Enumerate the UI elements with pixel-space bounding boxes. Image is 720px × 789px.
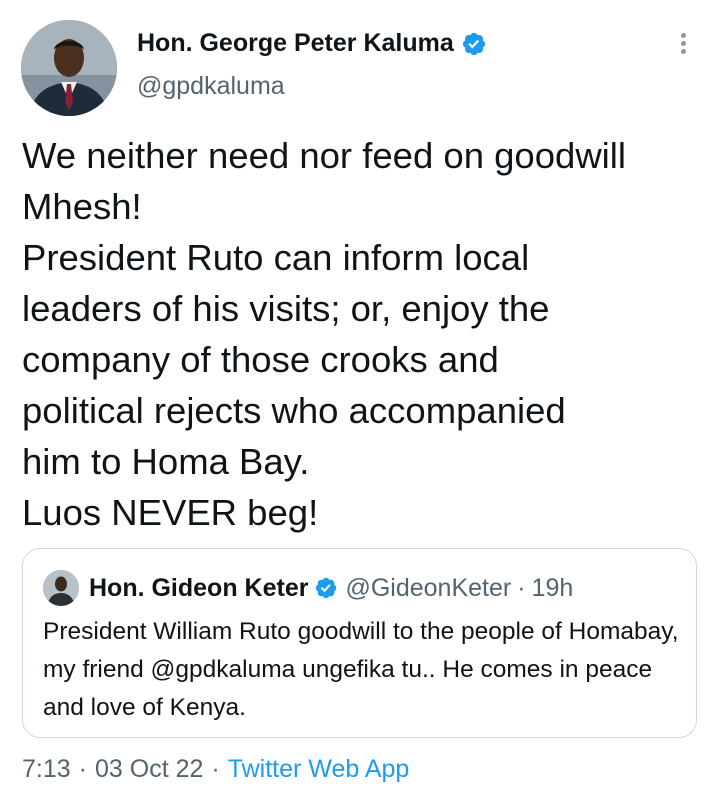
tweet-time[interactable]: 7:13 (22, 755, 71, 783)
verified-badge-icon (462, 32, 485, 55)
author-name[interactable]: Hon. George Peter Kaluma (137, 29, 454, 58)
quoted-verified-badge-icon (316, 577, 337, 599)
quoted-author-name[interactable]: Hon. Gideon Keter (89, 574, 308, 603)
quoted-author-handle[interactable]: @GideonKeter (345, 574, 511, 603)
author-name-row: Hon. George Peter Kaluma (137, 29, 487, 58)
footer-separator: · (211, 755, 220, 783)
more-dot-icon (680, 33, 686, 38)
tweet-footer: 7:13 · 03 Oct 22 · Twitter Web App (22, 755, 409, 784)
author-handle[interactable]: @gpdkaluma (137, 72, 285, 101)
quoted-tweet[interactable]: Hon. Gideon Keter @GideonKeter · 19h Pre… (22, 548, 697, 738)
tweet-date[interactable]: 03 Oct 22 (95, 755, 203, 783)
more-options-button[interactable] (668, 30, 698, 60)
quoted-separator: · (517, 573, 526, 602)
more-dot-icon (680, 41, 686, 46)
quoted-profile-photo-icon (43, 570, 79, 606)
tweet-source-link[interactable]: Twitter Web App (228, 755, 410, 783)
tweet-text: We neither need nor feed on goodwill Mhe… (22, 135, 627, 533)
footer-separator: · (78, 755, 87, 783)
quoted-tweet-header: Hon. Gideon Keter @GideonKeter · 19h (43, 570, 573, 606)
quoted-timestamp[interactable]: 19h (532, 574, 574, 603)
author-avatar[interactable] (21, 20, 117, 116)
quoted-author-avatar[interactable] (43, 570, 79, 606)
more-dot-icon (680, 49, 686, 54)
profile-photo-icon (21, 20, 117, 116)
quoted-tweet-text: President William Ruto goodwill to the p… (43, 618, 679, 721)
